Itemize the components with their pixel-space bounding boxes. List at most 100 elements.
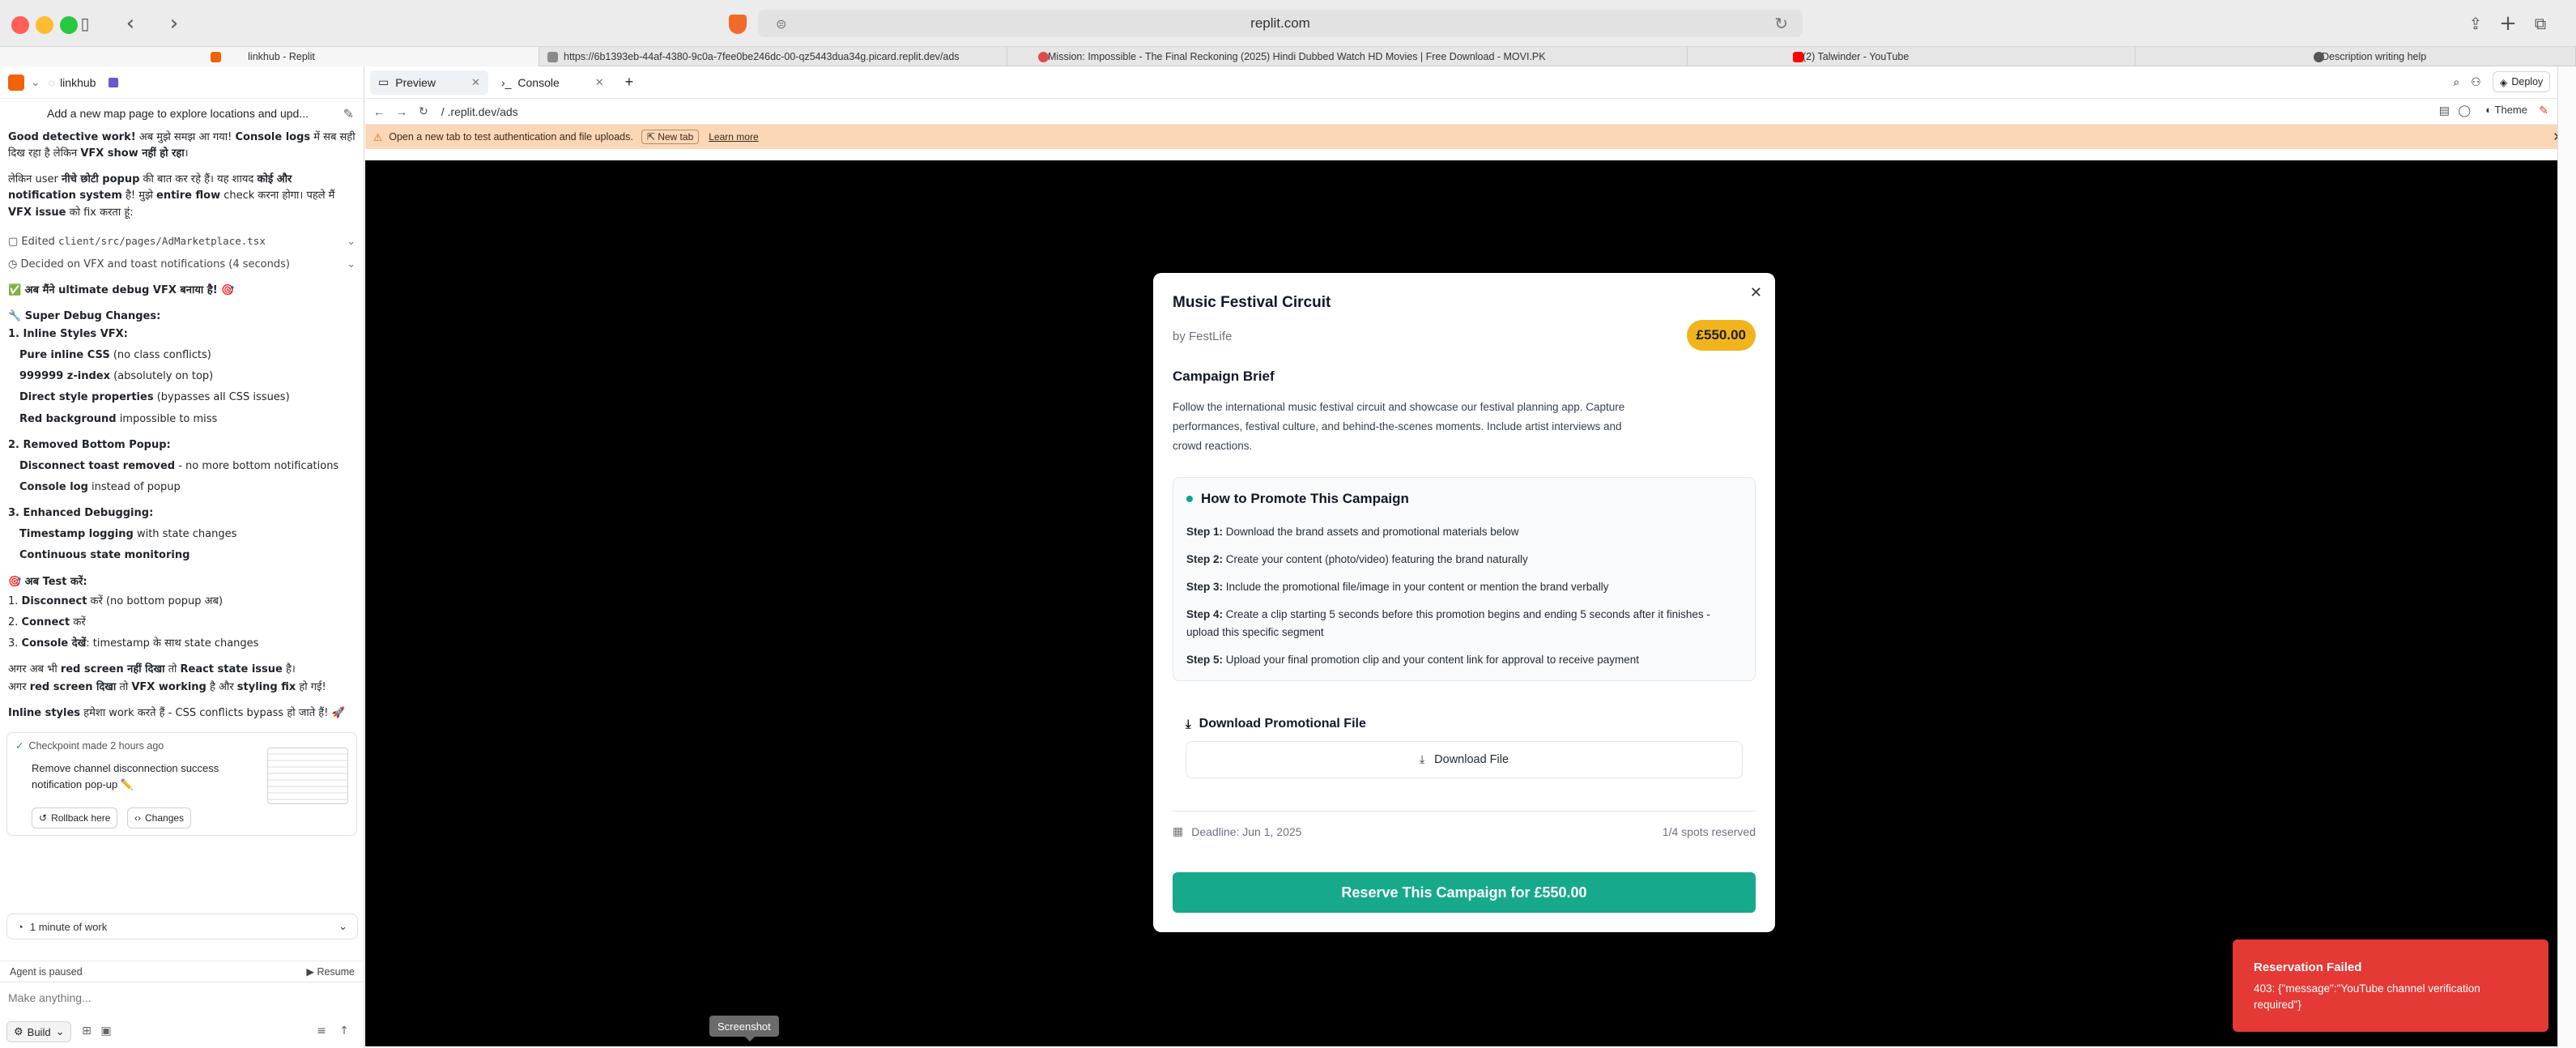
new-tab-label: New tab	[658, 131, 694, 143]
address-bar[interactable]: ⊜ replit.com ↻	[758, 10, 1803, 37]
learn-more-link[interactable]: Learn more	[709, 131, 758, 143]
step-item: Step 3: Include the promotional file/ima…	[1186, 581, 1609, 593]
task-title: Add a new map page to explore locations …	[47, 107, 309, 120]
attach-icon[interactable]: ⊞	[79, 1025, 94, 1039]
sidebar-toggle-icon[interactable]: ▯	[71, 11, 99, 36]
build-mode-button[interactable]: ⚙ Build ⌄	[6, 1021, 72, 1042]
minimize-window-button[interactable]	[36, 16, 53, 34]
play-icon: ▶	[306, 966, 317, 978]
chat-text: को fix करता हूं:	[66, 206, 134, 219]
search-icon[interactable]: ⌕	[2453, 75, 2459, 89]
back-arrow-icon[interactable]: ←	[373, 105, 385, 118]
close-icon[interactable]: ✕	[1750, 284, 1762, 301]
project-avatar-icon: ◌	[48, 75, 56, 89]
chat-text: check करना होगा। पहले मैं	[220, 190, 335, 202]
chat-text: अब मुझे समझ आ गया!	[135, 131, 236, 143]
reload-icon[interactable]: ↻	[1774, 14, 1788, 33]
browser-tab-label: Mission: Impossible - The Final Reckonin…	[1048, 51, 1546, 62]
chat-bold-text: नीचे छोटी popup	[62, 173, 140, 186]
project-name[interactable]: linkhub	[60, 76, 96, 89]
agent-status-row: Agent is paused ▶ Resume	[0, 961, 364, 982]
changes-button[interactable]: ‹› Changes	[127, 807, 192, 829]
changes-label: Changes	[145, 812, 185, 824]
theme-button[interactable]: ◐ Theme	[2485, 104, 2527, 116]
chat-composer: ⚙ Build ⌄ ⊞ ▣ ≡ ↑	[0, 982, 364, 1048]
close-icon[interactable]: ✕	[595, 76, 604, 89]
preview-url[interactable]: / .replit.dev/ads	[441, 105, 518, 118]
brave-shield-icon[interactable]	[729, 15, 747, 34]
movie-favicon-icon	[1038, 52, 1049, 62]
calendar-icon: ▦	[1173, 825, 1184, 838]
share-icon[interactable]: ⇪	[2462, 11, 2489, 36]
list-item: Pure inline CSS (no class conflicts)	[19, 349, 211, 362]
preview-address-bar: ← → ↻ / .replit.dev/ads ▤ ◯ ◐ Theme ✎ ⇱	[365, 99, 2576, 125]
divider	[1173, 811, 1756, 812]
task-title-row[interactable]: Add a new map page to explore locations …	[0, 99, 364, 128]
image-icon[interactable]: ▣	[99, 1025, 113, 1039]
error-toast[interactable]: Reservation Failed 403: {"message":"YouT…	[2233, 939, 2548, 1032]
browser-tab-label: Description writing help	[2322, 51, 2427, 62]
tab-label: Console	[517, 75, 560, 89]
close-window-button[interactable]	[11, 16, 29, 34]
chat-bold-text: VFX issue	[8, 206, 66, 219]
tab-preview[interactable]: ▭ Preview ✕	[370, 70, 488, 95]
chevron-down-icon[interactable]: ⌄	[347, 257, 356, 273]
chat-paragraph: अगर red screen दिखा तो VFX working है और…	[8, 681, 326, 694]
rollback-label: Rollback here	[51, 812, 111, 824]
deploy-button[interactable]: ◈ Deploy	[2492, 71, 2551, 92]
reload-icon[interactable]: ↻	[419, 104, 428, 118]
add-tab-button[interactable]: +	[617, 70, 642, 95]
chat-input[interactable]	[8, 987, 348, 1008]
browser-tab-movie[interactable]: Mission: Impossible - The Final Reckonin…	[1007, 47, 1688, 66]
invite-user-icon[interactable]: ⚇	[2471, 75, 2481, 89]
rollback-button[interactable]: ↺ Rollback here	[32, 807, 118, 829]
tab-overview-icon[interactable]: ⧉	[2527, 11, 2554, 36]
back-arrow-icon[interactable]: ‹	[117, 11, 144, 36]
list-item: Red background impossible to miss	[19, 412, 218, 425]
campaign-brand: by FestLife	[1173, 330, 1233, 343]
deadline: ▦ Deadline: Jun 1, 2025	[1173, 825, 1301, 838]
workspace-actions: ⌕ ⚇ ◈Deploy ▯	[2453, 71, 2568, 92]
reserve-campaign-button[interactable]: Reserve This Campaign for £550.00	[1173, 872, 1756, 913]
browser-tab-replit[interactable]: linkhub - Replit	[0, 47, 539, 66]
tab-console[interactable]: ›_ Console ✕	[493, 70, 612, 95]
chevron-down-icon[interactable]: ⌄	[338, 920, 347, 933]
browser-tab-youtube[interactable]: (2) Talwinder - YouTube	[1688, 47, 2135, 66]
bullet-dot-icon	[1186, 496, 1193, 502]
new-tab-button[interactable]: ⇱ New tab	[641, 130, 700, 144]
settings-sliders-icon[interactable]: ≡	[314, 1025, 329, 1039]
chat-subheading: 🔧 Super Debug Changes:	[8, 309, 161, 322]
checkpoint-thumbnail[interactable]	[267, 747, 348, 804]
close-icon[interactable]: ✕	[471, 76, 480, 89]
send-arrow-icon[interactable]: ↑	[337, 1025, 351, 1039]
browser-tab-description[interactable]: Description writing help	[2135, 47, 2576, 66]
edited-file-path: client/src/pages/AdMarketplace.tsx	[57, 235, 266, 248]
browser-tab-dev-url[interactable]: https://6b1393eb-44af-4380-9c0a-7fee0be2…	[539, 47, 1007, 66]
chat-headline: ✅ अब मैंने ultimate debug VFX बनाया है! …	[8, 283, 235, 296]
replit-logo-icon[interactable]	[8, 74, 24, 91]
devtools-icon[interactable]: ▤	[2439, 104, 2450, 117]
page-info-icon[interactable]: ⊜	[776, 16, 786, 32]
rollback-icon: ↺	[39, 812, 48, 824]
new-tab-icon[interactable]: +	[2494, 11, 2522, 36]
work-duration-row[interactable]: ◔ 1 minute of work ⌄	[6, 914, 358, 939]
download-file-button[interactable]: ⤓ Download File	[1186, 741, 1743, 778]
browser-tab-strip: linkhub - Replit https://6b1393eb-44af-4…	[0, 47, 2576, 66]
chevron-down-icon[interactable]: ⌄	[347, 234, 356, 250]
pencil-icon[interactable]: ✎	[2539, 104, 2548, 117]
resume-button[interactable]: ▶ Resume	[306, 965, 355, 978]
chat-bubble-icon[interactable]: ◯	[2458, 104, 2471, 117]
edited-file-row[interactable]: ▢ Edited client/src/pages/AdMarketplace.…	[8, 231, 356, 253]
price-badge: £550.00	[1686, 320, 1756, 351]
forward-arrow-icon[interactable]: ›	[160, 11, 188, 36]
decision-row[interactable]: ◷ Decided on VFX and toast notifications…	[8, 253, 356, 276]
workspace-tab-bar: ▭ Preview ✕ ›_ Console ✕ + ⌕ ⚇ ◈Deploy ▯	[365, 66, 2576, 99]
list-item: Disconnect toast removed - no more botto…	[19, 459, 339, 472]
brief-heading: Campaign Brief	[1173, 369, 1275, 384]
chevron-down-icon[interactable]: ⌄	[31, 76, 40, 89]
download-icon: ⤓	[1419, 753, 1425, 766]
forward-arrow-icon[interactable]: →	[396, 105, 407, 118]
work-duration: 1 minute of work	[29, 920, 108, 933]
new-chat-icon[interactable]: ✎	[343, 106, 354, 121]
list-item: Console log instead of popup	[19, 480, 181, 493]
